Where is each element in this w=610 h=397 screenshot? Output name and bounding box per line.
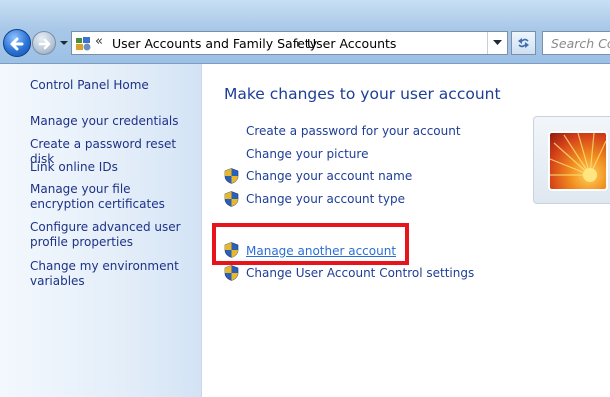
forward-arrow-icon bbox=[38, 38, 51, 50]
address-bar[interactable]: « User Accounts and Family Safety User A… bbox=[71, 31, 508, 55]
uac-shield-icon bbox=[224, 168, 239, 184]
back-arrow-icon bbox=[10, 37, 24, 51]
main-content: Make changes to your user account Create… bbox=[202, 64, 610, 397]
task-pane: Control Panel Home Manage your credentia… bbox=[0, 64, 202, 397]
user-picture-flower bbox=[548, 131, 608, 191]
sidebar-item-control-panel-home[interactable]: Control Panel Home bbox=[30, 78, 190, 93]
breadcrumb-separator-icon[interactable] bbox=[295, 40, 303, 48]
task-change-account-name[interactable]: Change your account name bbox=[246, 169, 412, 183]
search-placeholder: Search Con bbox=[551, 36, 610, 51]
annotation-highlight-box bbox=[212, 223, 409, 265]
breadcrumb-user-accounts-family-safety[interactable]: User Accounts and Family Safety bbox=[112, 36, 317, 51]
flower-petals bbox=[550, 133, 606, 182]
recent-pages-dropdown-icon[interactable] bbox=[59, 38, 69, 48]
control-panel-icon bbox=[76, 37, 91, 51]
address-history-dropdown[interactable] bbox=[487, 32, 507, 54]
task-create-password[interactable]: Create a password for your account bbox=[246, 124, 461, 138]
refresh-button[interactable] bbox=[511, 31, 536, 55]
breadcrumb-user-accounts[interactable]: User Accounts bbox=[307, 36, 396, 51]
user-picture-frame bbox=[533, 116, 610, 204]
forward-button[interactable] bbox=[32, 31, 56, 55]
task-change-picture[interactable]: Change your picture bbox=[246, 147, 368, 161]
uac-shield-icon bbox=[224, 265, 239, 281]
sidebar-item-file-encryption-certificates[interactable]: Manage your file encryption certificates bbox=[30, 182, 190, 212]
refresh-icon bbox=[518, 38, 529, 48]
sidebar-item-environment-variables[interactable]: Change my environment variables bbox=[30, 259, 190, 289]
address-overflow-chevron[interactable]: « bbox=[95, 34, 103, 49]
task-change-uac-settings[interactable]: Change User Account Control settings bbox=[246, 266, 474, 280]
sidebar-item-link-online-ids[interactable]: Link online IDs bbox=[30, 160, 190, 175]
page-title: Make changes to your user account bbox=[224, 85, 501, 103]
back-button[interactable] bbox=[3, 29, 31, 57]
navigation-bar: « User Accounts and Family Safety User A… bbox=[0, 0, 610, 64]
search-box[interactable]: Search Con bbox=[542, 31, 610, 55]
uac-shield-icon bbox=[224, 191, 239, 207]
chevron-down-icon bbox=[493, 40, 502, 45]
sidebar-item-advanced-profile-properties[interactable]: Configure advanced user profile properti… bbox=[30, 220, 190, 250]
sidebar-item-manage-credentials[interactable]: Manage your credentials bbox=[30, 114, 190, 129]
task-change-account-type[interactable]: Change your account type bbox=[246, 192, 405, 206]
